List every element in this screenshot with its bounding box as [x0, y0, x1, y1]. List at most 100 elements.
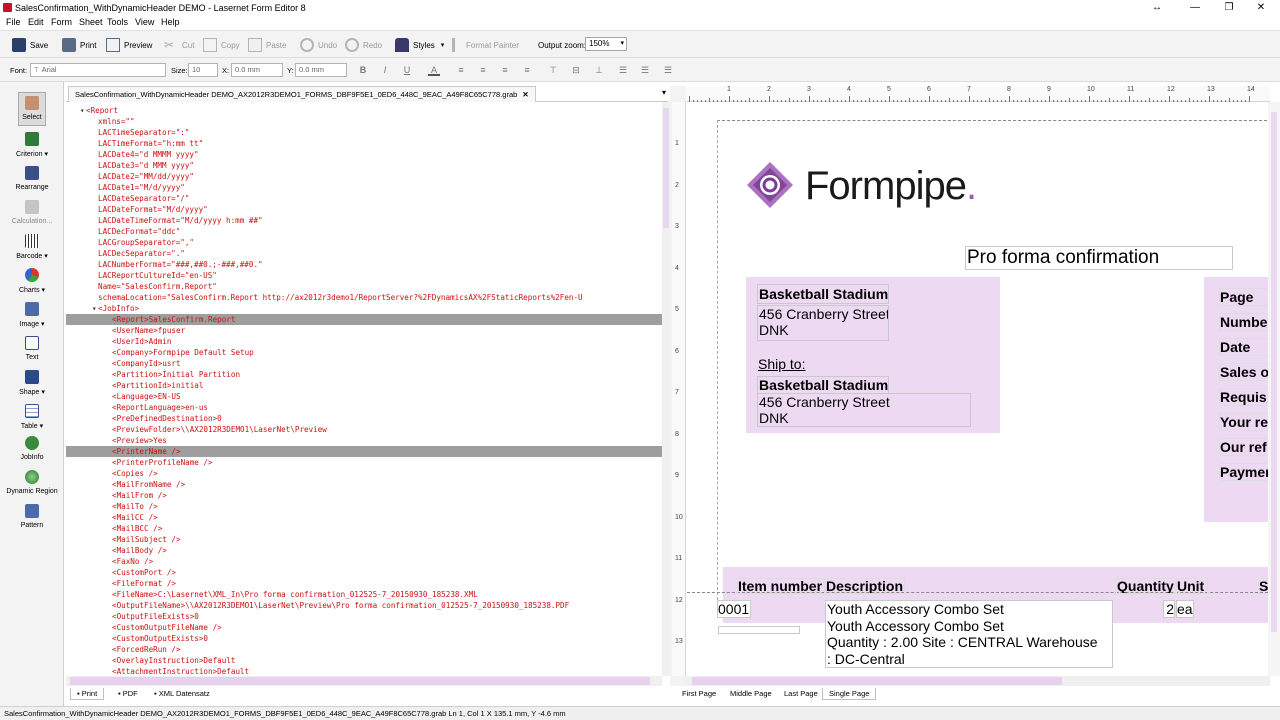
header-info-label[interactable]: Paymen — [1219, 463, 1268, 481]
text-tool[interactable]: Text — [0, 336, 64, 361]
line-item-number[interactable]: 0001 — [717, 600, 751, 618]
table-tool[interactable]: Table ▾ — [0, 404, 64, 430]
xml-line[interactable]: <MailFromName /> — [66, 479, 662, 490]
xml-line[interactable]: <Copies /> — [66, 468, 662, 479]
pattern-tool[interactable]: Pattern — [0, 504, 64, 529]
xml-line[interactable]: <Preview>Yes — [66, 435, 662, 446]
xml-line[interactable]: LACDate3="d MMM yyyy" — [66, 160, 662, 171]
align-left-icon[interactable]: ≡ — [455, 64, 467, 76]
ship-to-name[interactable]: Basketball Stadium — [757, 376, 889, 394]
paste-button[interactable]: Paste — [248, 37, 286, 53]
xml-line[interactable]: <FileFormat /> — [66, 578, 662, 589]
xml-line[interactable]: <ForcedReRun /> — [66, 644, 662, 655]
border-icon[interactable]: ☰ — [639, 64, 651, 76]
resize-icon[interactable]: ↔ — [1140, 0, 1174, 16]
xml-horizontal-scroll-thumb[interactable] — [70, 677, 650, 685]
styles-dropdown-icon[interactable]: ▾ — [441, 41, 445, 49]
xml-line[interactable]: LACDateTimeFormat="M/d/yyyy h:mm ##" — [66, 215, 662, 226]
barcode-tool[interactable]: Barcode ▾ — [0, 234, 64, 260]
xml-line[interactable]: LACTimeFormat="h:mm tt" — [66, 138, 662, 149]
line-unit[interactable]: ea — [1176, 600, 1194, 618]
col-quantity[interactable]: Quantity — [1116, 578, 1176, 594]
col-description[interactable]: Description — [825, 578, 905, 594]
xml-line[interactable]: LACDateSeparator="/" — [66, 193, 662, 204]
font-color-button[interactable]: A — [428, 64, 440, 76]
padding-icon[interactable]: ☰ — [662, 64, 674, 76]
menu-file[interactable]: File — [6, 17, 21, 27]
col-extra[interactable]: S — [1258, 578, 1268, 594]
xml-line[interactable]: ▾ <Report — [66, 105, 662, 116]
xml-vertical-scrollbar[interactable] — [662, 102, 670, 676]
xml-line[interactable]: xmlns="" — [66, 116, 662, 127]
xml-line[interactable]: <FaxNo /> — [66, 556, 662, 567]
x-input[interactable]: 0.0 mm — [231, 63, 283, 77]
header-info-label[interactable]: Page — [1219, 288, 1268, 306]
xml-line[interactable]: LACDate4="d MMMM yyyy" — [66, 149, 662, 160]
xml-line[interactable]: Name="SalesConfirm.Report" — [66, 281, 662, 292]
maximize-button[interactable]: ❐ — [1212, 0, 1246, 16]
xml-line[interactable]: <CompanyId>usrt — [66, 358, 662, 369]
save-button[interactable]: Save — [12, 37, 48, 53]
redo-button[interactable]: Redo — [345, 37, 382, 53]
copy-button[interactable]: Copy — [203, 37, 240, 53]
menu-view[interactable]: View — [135, 17, 154, 27]
col-unit[interactable]: Unit — [1176, 578, 1208, 594]
ship-to-address[interactable]: 456 Cranberry Street DNK — [757, 393, 971, 427]
align-right-icon[interactable]: ≡ — [499, 64, 511, 76]
expand-arrow-icon[interactable]: ▾ — [92, 303, 97, 314]
tab-last-page[interactable]: Last Page — [778, 688, 824, 700]
align-bottom-icon[interactable]: ⊥ — [593, 64, 605, 76]
canvas-horizontal-scroll-thumb[interactable] — [692, 677, 1062, 685]
align-top-icon[interactable]: ⊤ — [547, 64, 559, 76]
bold-button[interactable]: B — [357, 64, 369, 76]
xml-line[interactable]: <Company>Formpipe Default Setup — [66, 347, 662, 358]
tab-first-page[interactable]: First Page — [676, 688, 722, 700]
menu-form[interactable]: Form — [51, 17, 72, 27]
canvas-horizontal-scrollbar[interactable] — [686, 676, 1270, 686]
header-info-label[interactable]: Your re — [1219, 413, 1268, 431]
charts-tool[interactable]: Charts ▾ — [0, 268, 64, 294]
line-item-subfield[interactable] — [718, 626, 800, 634]
xml-line[interactable]: <AttachmentInstruction>Default — [66, 666, 662, 676]
xml-line[interactable]: <MailTo /> — [66, 501, 662, 512]
xml-horizontal-scrollbar[interactable] — [66, 676, 662, 686]
image-tool[interactable]: Image ▾ — [0, 302, 64, 328]
shape-tool[interactable]: Shape ▾ — [0, 370, 64, 396]
menu-edit[interactable]: Edit — [28, 17, 44, 27]
close-button[interactable]: ✕ — [1244, 0, 1278, 16]
xml-line[interactable]: <FileName>C:\Lasernet\XML_In\Pro forma c… — [66, 589, 662, 600]
y-input[interactable]: 0.0 mm — [295, 63, 347, 77]
xml-line[interactable]: LACDate1="M/d/yyyy" — [66, 182, 662, 193]
xml-line[interactable]: LACDecFormat="ddc" — [66, 226, 662, 237]
align-middle-icon[interactable]: ⊟ — [570, 64, 582, 76]
tab-xml-datensatz[interactable]: ▪ XML Datensatz — [148, 688, 216, 700]
xml-line[interactable]: <Partition>Initial Partition — [66, 369, 662, 380]
xml-line[interactable]: <UserId>Admin — [66, 336, 662, 347]
spacing-icon[interactable]: ☰ — [617, 64, 629, 76]
document-title[interactable]: Pro forma confirmation — [965, 246, 1233, 270]
xml-line[interactable]: ▾ <JobInfo> — [66, 303, 662, 314]
dynamic-region-tool[interactable]: Dynamic Region — [0, 470, 64, 495]
xml-line[interactable]: <PreviewFolder>\\AX2012R3DEMO1\LaserNet\… — [66, 424, 662, 435]
editor-tab[interactable]: SalesConfirmation_WithDynamicHeader DEMO… — [68, 86, 536, 102]
header-info-label[interactable]: Our ref — [1219, 438, 1268, 456]
align-center-icon[interactable]: ≡ — [477, 64, 489, 76]
line-description[interactable]: Youth Accessory Combo Set Youth Accessor… — [825, 600, 1113, 668]
xml-line[interactable]: <PartitionId>initial — [66, 380, 662, 391]
criterion-tool[interactable]: Criterion ▾ — [0, 132, 64, 158]
menu-help[interactable]: Help — [161, 17, 180, 27]
xml-line[interactable]: <MailBCC /> — [66, 523, 662, 534]
xml-line[interactable]: <PreDefinedDestination>0 — [66, 413, 662, 424]
xml-line[interactable]: <UserName>fpuser — [66, 325, 662, 336]
undo-button[interactable]: Undo — [300, 37, 337, 53]
calculation-tool[interactable]: Calculation... — [0, 200, 64, 225]
tab-single-page[interactable]: Single Page — [822, 688, 877, 700]
tab-list-chevron-icon[interactable]: ▾ — [662, 88, 666, 97]
xml-line[interactable]: <CustomOutputExists>0 — [66, 633, 662, 644]
xml-line[interactable]: LACNumberFormat="###,##0.;-###,##0." — [66, 259, 662, 270]
xml-line[interactable]: LACTimeSeparator=":" — [66, 127, 662, 138]
xml-line[interactable]: <OutputFileName>\\AX2012R3DEMO1\LaserNet… — [66, 600, 662, 611]
tab-middle-page[interactable]: Middle Page — [724, 688, 778, 700]
xml-line[interactable]: LACDateFormat="M/d/yyyy" — [66, 204, 662, 215]
close-icon[interactable]: ✕ — [522, 90, 528, 99]
